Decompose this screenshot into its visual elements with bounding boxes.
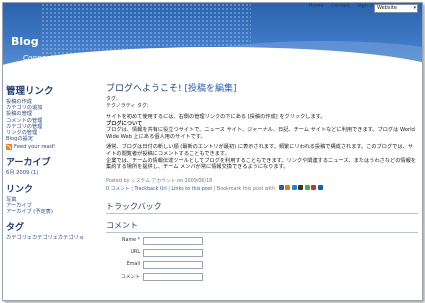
comment-textarea[interactable] [143,272,203,281]
email-label: Email [126,262,140,268]
comment-name-row: Name * [106,236,418,245]
tags-heading: タグ [6,223,25,234]
link-item-archive-calendar[interactable]: アーカイブ (予定表) [6,209,96,215]
share-icons [278,184,323,190]
email-input[interactable] [143,260,203,269]
contact-link[interactable]: Contact [330,3,349,9]
name-input[interactable] [143,236,203,245]
post-meta: タグ: テクノラティ タグ: [106,96,418,109]
tags-section: タグ カテゴリェカテゴリェカテゴリョ [6,220,96,241]
comment-label: コメント [120,275,140,281]
archive-section: アーカイブ 6月 2009 (1) [6,155,96,176]
blog-title[interactable]: Blog [11,35,39,48]
url-label: URL [130,250,140,256]
archive-heading: アーカイブ [6,158,51,169]
post-action-links: 0 コメント | Trackback Url | Links to this p… [106,184,418,192]
search-scope-select[interactable]: Website ▾ [374,4,418,13]
comments-link[interactable]: 0 コメント [106,187,130,192]
home-link[interactable]: Home [309,3,324,9]
comment-url-row: URL [106,248,418,257]
links-heading: リンク [6,184,34,195]
site-header: Home Contact Sign in Website ▾ Blog Conn… [3,3,422,70]
post-paragraph-1: サイトを初めて使用するには、右側の管理リンクの下にある [投稿の作成] をクリッ… [106,114,326,120]
post-paragraph-4: 企業では、チームの情報伝達ツールとしてブログを利用することもできます。リンクや関… [106,157,416,171]
bookmark-service-icon[interactable] [317,184,323,190]
post-title[interactable]: ブログへようこそ! [106,84,182,94]
blog-tagline: Connecting Collaborating with SharePoint… [23,54,226,62]
trackback-heading: トラックバック [106,201,418,214]
post-paragraph-3: 通常、ブログは日付の新しい順 (最新のエントリが最初) に表示されます。頻繁にリ… [106,144,413,157]
admin-links-heading: 管理リンク [6,86,54,97]
bookmark-service-icon[interactable] [285,184,291,190]
bookmark-label: Bookmark this post with [216,186,276,192]
name-label: Name * [121,238,140,244]
sign-in-link[interactable]: Sign in [357,3,374,9]
post-footer: Posted by システム アカウント on 2009/06/18 [106,177,418,184]
post-technorati-label: テクノラティ タグ: [106,102,149,109]
comment-email-row: Email [106,260,418,269]
main-content: ブログへようこそ! [投稿を編集] タグ: テクノラティ タグ: サイトを初めて… [106,81,418,281]
tag-cloud[interactable]: カテゴリェカテゴリェカテゴリョ [6,235,96,241]
top-links: Home Contact Sign in [309,3,374,9]
links-section: リンク 写真 アーカイブ アーカイブ (予定表) [6,182,96,216]
post-title-row: ブログへようこそ! [投稿を編集] [106,81,418,94]
sidebar: 管理リンク 投稿の作成 カテゴリの追加 投稿の管理 コメントの管理 カテゴリの管… [6,83,96,246]
rss-feed-link[interactable]: Feed your read! [6,144,96,151]
posted-by-text: Posted by システム アカウント on 2009/06/18 [106,178,213,184]
post-body: サイトを初めて使用するには、右側の管理リンクの下にある [投稿の作成] をクリッ… [106,114,418,171]
admin-links-section: 管理リンク 投稿の作成 カテゴリの追加 投稿の管理 コメントの管理 カテゴリの管… [6,83,96,151]
chevron-down-icon: ▾ [413,5,416,11]
bookmark-service-icon[interactable] [291,184,297,190]
browser-frame: Home Contact Sign in Website ▾ Blog Conn… [2,2,423,301]
edit-post-link[interactable]: [投稿を編集] [184,84,236,94]
post-paragraph-2: ブログは、情報を共有に役立つサイトで、ニュース サイト、ジャーナル、日記、チーム… [106,127,415,140]
sidebar-item-blog-settings[interactable]: Blogの設定 [6,136,96,142]
bookmark-service-icon[interactable] [298,184,304,190]
comments-heading: コメント [106,220,418,233]
search-scope-value: Website [377,5,397,11]
rss-icon [6,144,12,151]
bookmark-service-icon[interactable] [278,184,284,190]
bookmark-service-icon[interactable] [311,184,317,190]
archive-item[interactable]: 6月 2009 (1) [6,170,96,176]
links-to-post-link[interactable]: Links to this post [171,187,212,192]
url-input[interactable] [143,248,203,257]
bookmark-service-icon[interactable] [304,184,310,190]
rss-feed-label: Feed your read! [14,144,56,151]
comment-text-row: コメント [106,272,418,281]
trackback-url-link[interactable]: Trackback Url [134,187,166,192]
